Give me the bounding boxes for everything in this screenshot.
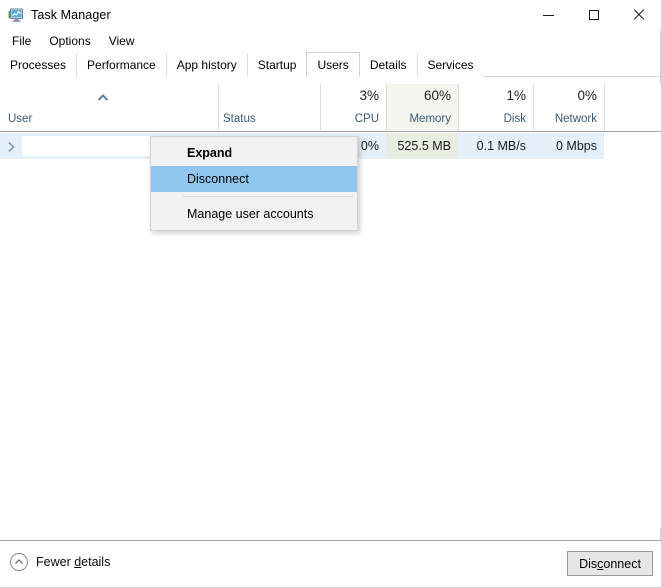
context-menu: Expand Disconnect Manage user accounts (150, 136, 358, 231)
column-pct-cpu: 3% (359, 88, 379, 103)
tab-startup[interactable]: Startup (246, 53, 307, 77)
close-button[interactable] (616, 0, 661, 30)
disconnect-button[interactable]: Disconnect (567, 551, 653, 576)
maximize-button[interactable] (571, 0, 616, 30)
context-menu-item-expand[interactable]: Expand (151, 140, 357, 166)
column-label-user: User (8, 113, 33, 125)
row-cell-network: 0 Mbps (556, 139, 597, 153)
disconnect-button-label: Disconnect (579, 556, 641, 571)
maximize-icon (588, 10, 599, 20)
disconnect-accel: c (597, 556, 604, 571)
column-header-cpu[interactable]: 3% CPU (320, 84, 386, 131)
tab-performance[interactable]: Performance (76, 53, 166, 77)
context-menu-item-manage-user-accounts[interactable]: Manage user accounts (151, 201, 357, 227)
chevron-up-circle-icon (10, 553, 28, 571)
task-manager-monitor-icon (8, 7, 24, 23)
tab-services[interactable]: Services (416, 53, 484, 77)
column-header-status[interactable]: Status (218, 84, 320, 131)
fewer-details-label: Fewer details (36, 555, 111, 569)
tab-strip: Processes Performance App history Startu… (0, 52, 661, 77)
minimize-button[interactable] (526, 0, 571, 30)
minimize-icon (543, 14, 554, 16)
column-pct-memory: 60% (423, 88, 451, 103)
row-cell-disk: 0.1 MB/s (476, 139, 526, 153)
tab-processes[interactable]: Processes (0, 53, 77, 77)
task-manager-window: Task Manager File Options View Processes… (0, 0, 661, 588)
tab-users[interactable]: Users (306, 52, 360, 77)
column-header-filler (604, 84, 661, 131)
context-menu-item-disconnect[interactable]: Disconnect (151, 166, 357, 192)
column-header-user[interactable]: User (0, 84, 218, 131)
column-header-network[interactable]: 0% Network (533, 84, 604, 131)
column-label-memory: Memory (409, 113, 451, 125)
title-bar: Task Manager (0, 0, 661, 30)
chevron-right-icon[interactable] (6, 140, 17, 153)
column-label-disk: Disk (503, 113, 526, 125)
status-bar: Fewer details Disconnect (0, 541, 661, 587)
column-pct-disk: 1% (506, 88, 526, 103)
user-name-field[interactable] (22, 136, 168, 156)
column-pct-network: 0% (577, 88, 597, 103)
tab-details[interactable]: Details (359, 53, 417, 77)
close-icon (633, 9, 645, 21)
column-header-disk[interactable]: 1% Disk (458, 84, 533, 131)
fewer-details-button[interactable]: Fewer details (10, 553, 110, 571)
window-title: Task Manager (31, 8, 111, 22)
column-label-network: Network (554, 113, 597, 125)
window-controls (526, 0, 661, 30)
menu-item-file[interactable]: File (8, 32, 39, 50)
context-menu-separator (183, 196, 353, 197)
tab-app-history[interactable]: App history (165, 53, 247, 77)
sort-ascending-chevron-up-icon (96, 90, 110, 101)
column-header-row: User Status 3% CPU 60% Memory 1% Disk 0%… (0, 84, 661, 132)
row-cell-memory: 525.5 MB (386, 133, 458, 159)
column-label-cpu: CPU (354, 113, 379, 125)
column-header-memory[interactable]: 60% Memory (386, 84, 458, 131)
menu-bar: File Options View (0, 30, 661, 52)
column-label-status: Status (223, 113, 256, 125)
fewer-details-accel: d (74, 555, 82, 569)
menu-item-options[interactable]: Options (45, 32, 98, 50)
menu-item-view[interactable]: View (105, 32, 143, 50)
